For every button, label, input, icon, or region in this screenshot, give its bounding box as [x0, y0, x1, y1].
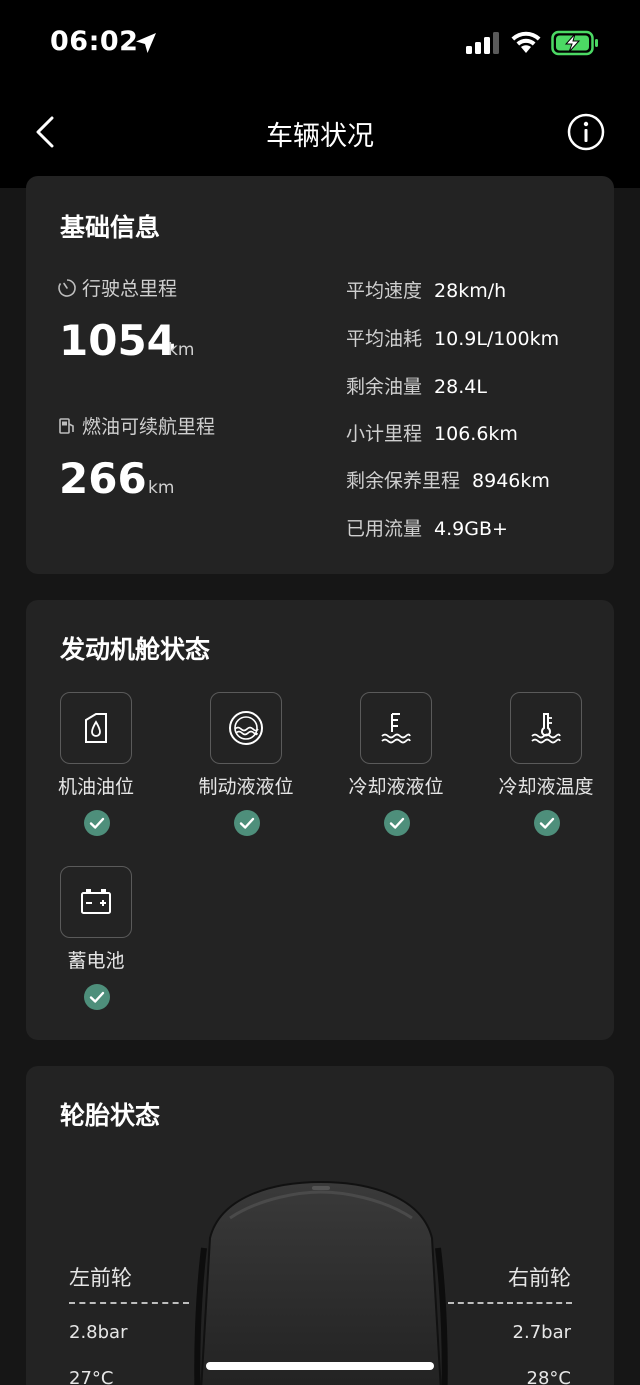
coolant-level-icon	[381, 713, 411, 744]
engine-item-label: 制动液液位	[198, 776, 294, 798]
engine-icon-frame	[510, 692, 582, 764]
total-mileage-unit: km	[168, 340, 195, 360]
detail-row-data-usage: 已用流量 4.9GB+	[346, 514, 508, 541]
detail-key: 剩余油量	[346, 376, 423, 398]
tire-status-card: 轮胎状态 左前轮 2.8bar 27°C 右前轮 2.7bar 28°C	[26, 1066, 614, 1385]
detail-value: 10.9L/100km	[434, 328, 560, 350]
basic-info-card: 基础信息 行驶总里程 1054 km 燃油可续航里程 266 km 平均速度 28…	[26, 176, 614, 574]
check-circle-icon	[84, 984, 110, 1010]
check-circle-icon	[234, 810, 260, 836]
basic-info-title: 基础信息	[60, 213, 161, 242]
car-top-view-icon	[194, 1180, 448, 1385]
wifi-icon	[511, 31, 541, 53]
cellular-signal-icon	[466, 32, 499, 54]
detail-value: 28km/h	[434, 280, 507, 302]
detail-row-maintenance: 剩余保养里程 8946km	[346, 466, 550, 493]
detail-value: 106.6km	[434, 423, 518, 445]
fuel-range-value: 266	[59, 454, 147, 503]
location-arrow-icon	[136, 33, 156, 53]
engine-item-label: 机油油位	[57, 776, 134, 798]
detail-value: 28.4L	[434, 376, 487, 398]
detail-value: 8946km	[472, 470, 550, 492]
check-circle-icon	[84, 810, 110, 836]
detail-key: 已用流量	[346, 518, 423, 540]
page-title: 车辆状况	[266, 121, 374, 152]
fuel-range-label-row: 燃油可续航里程	[56, 412, 215, 439]
front-right-temperature: 28°C	[526, 1368, 571, 1385]
front-right-divider	[448, 1302, 572, 1304]
battery-charging-icon	[551, 30, 598, 56]
detail-key: 剩余保养里程	[346, 470, 461, 492]
engine-status-card: 发动机舱状态 机油油位 制动液液位 冷却液液位 冷却液温度 蓄电池	[26, 600, 614, 1040]
engine-item-label: 冷却液温度	[498, 776, 594, 798]
oil-can-icon	[85, 713, 107, 743]
detail-key: 平均速度	[346, 280, 423, 302]
detail-row-trip: 小计里程 106.6km	[346, 419, 518, 446]
fuel-range-label: 燃油可续航里程	[82, 416, 216, 438]
engine-icon-frame	[360, 692, 432, 764]
fuel-range-unit: km	[148, 478, 175, 498]
info-circle-icon[interactable]	[566, 112, 606, 152]
front-left-tire-label: 左前轮	[69, 1266, 132, 1290]
brake-fluid-icon	[229, 711, 263, 745]
total-mileage-label-row: 行驶总里程	[56, 274, 177, 301]
total-mileage-label: 行驶总里程	[82, 278, 178, 300]
detail-key: 小计里程	[346, 423, 423, 445]
home-indicator[interactable]	[206, 1362, 434, 1370]
engine-icon-frame	[60, 866, 132, 938]
battery-icon	[81, 889, 111, 914]
front-left-pressure: 2.8bar	[69, 1322, 128, 1343]
engine-item-label: 蓄电池	[67, 950, 125, 972]
coolant-temperature-icon	[531, 713, 561, 744]
front-right-pressure: 2.7bar	[512, 1322, 571, 1343]
check-circle-icon	[534, 810, 560, 836]
front-left-divider	[69, 1302, 189, 1304]
engine-status-title: 发动机舱状态	[60, 635, 211, 664]
detail-row-avg-fuel: 平均油耗 10.9L/100km	[346, 324, 559, 351]
check-circle-icon	[384, 810, 410, 836]
detail-key: 平均油耗	[346, 328, 423, 350]
fuel-pump-icon	[59, 417, 74, 434]
status-bar: 06:02	[0, 0, 640, 90]
detail-row-avg-speed: 平均速度 28km/h	[346, 276, 506, 303]
timer-icon	[58, 278, 76, 297]
detail-row-remaining-fuel: 剩余油量 28.4L	[346, 372, 487, 399]
navigation-bar: 车辆状况	[0, 90, 640, 188]
front-right-tire-label: 右前轮	[508, 1266, 571, 1290]
detail-value: 4.9GB+	[434, 518, 508, 540]
front-left-temperature: 27°C	[69, 1368, 114, 1385]
engine-icon-frame	[60, 692, 132, 764]
tire-status-title: 轮胎状态	[60, 1101, 161, 1130]
status-time: 06:02	[50, 26, 139, 57]
engine-item-label: 冷却液液位	[348, 776, 444, 798]
engine-icon-frame	[210, 692, 282, 764]
total-mileage-value: 1054	[59, 316, 176, 365]
